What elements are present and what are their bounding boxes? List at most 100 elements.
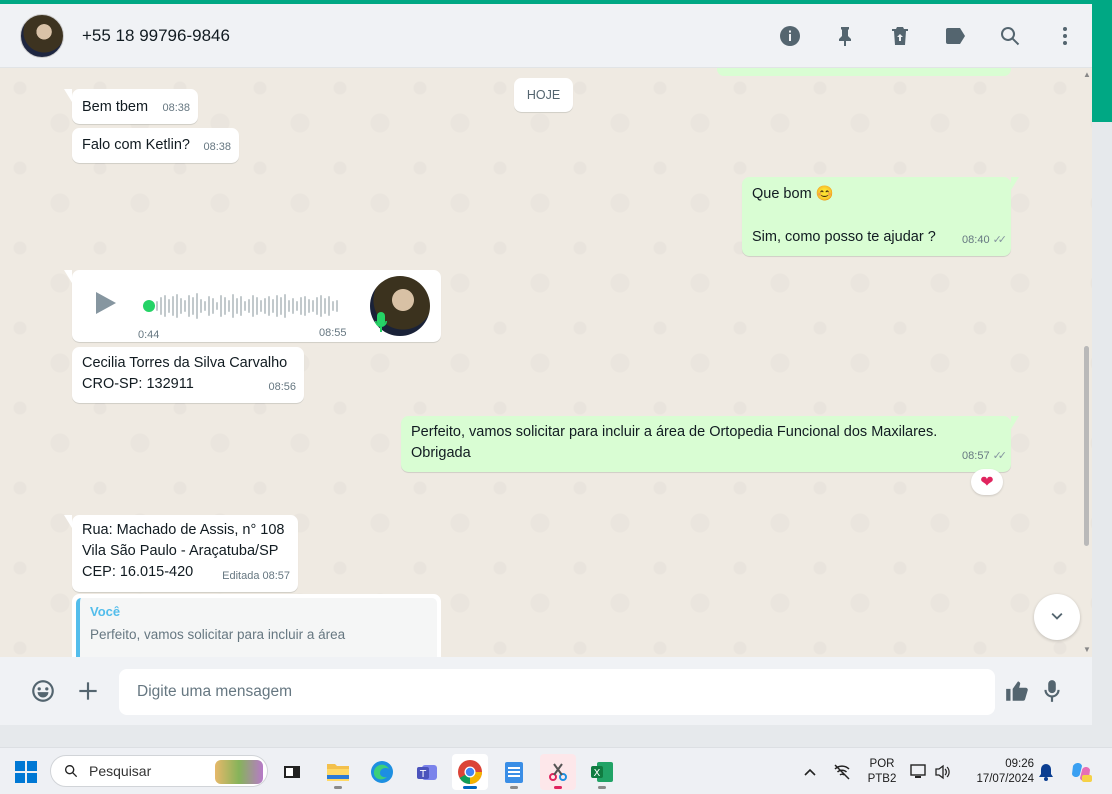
waveform-bar bbox=[300, 297, 302, 315]
message-text-line: Cecilia Torres da Silva Carvalho bbox=[82, 355, 288, 371]
scrollbar-thumb[interactable] bbox=[1084, 346, 1089, 546]
play-icon[interactable] bbox=[96, 292, 116, 314]
display-icon[interactable] bbox=[906, 754, 932, 790]
keyboard-language[interactable]: POR PTB2 bbox=[862, 757, 902, 787]
network-icon[interactable] bbox=[826, 754, 858, 790]
message-meta: 08:57 ✓✓ bbox=[962, 446, 1008, 467]
incoming-message[interactable]: Rua: Machado de Assis, n° 108 Vila São P… bbox=[64, 515, 298, 592]
waveform-bar bbox=[156, 301, 158, 311]
incoming-message[interactable]: Falo com Ketlin? 08:38 bbox=[72, 128, 239, 163]
contact-name[interactable]: +55 18 99796-9846 bbox=[82, 26, 230, 46]
waveform-bar bbox=[236, 298, 238, 314]
message-text-line: CRO-SP: 132911 bbox=[82, 376, 194, 392]
copilot-icon[interactable] bbox=[1064, 754, 1098, 790]
waveform-bar bbox=[188, 295, 190, 317]
notepad-icon[interactable] bbox=[496, 754, 532, 790]
waveform-bar bbox=[332, 301, 334, 311]
waveform-bar bbox=[312, 300, 314, 312]
info-icon[interactable] bbox=[762, 16, 817, 56]
message-time: 08:56 bbox=[268, 381, 296, 393]
voice-message[interactable]: 0:44 08:55 bbox=[64, 270, 441, 342]
windows-taskbar: Pesquisar T X POR PTB2 09:26 17/07/2024 bbox=[0, 747, 1112, 794]
teams-icon[interactable]: T bbox=[409, 754, 445, 790]
message-text-line: Perfeito, vamos solicitar para incluir a… bbox=[411, 424, 938, 440]
waveform-bar bbox=[252, 295, 254, 317]
menu-icon[interactable] bbox=[1037, 16, 1092, 56]
language-code: POR bbox=[869, 758, 895, 770]
chat-scrollbar[interactable]: ▲ ▼ bbox=[1080, 68, 1092, 657]
chrome-icon[interactable] bbox=[452, 754, 488, 790]
contact-avatar[interactable] bbox=[20, 13, 64, 58]
scroll-to-bottom-button[interactable] bbox=[1034, 594, 1080, 640]
app-running-indicator bbox=[554, 786, 562, 789]
date-chip: HOJE bbox=[514, 78, 573, 112]
task-view-icon[interactable] bbox=[274, 754, 310, 790]
emoji-icon[interactable] bbox=[21, 669, 65, 713]
windows-start-icon[interactable] bbox=[8, 754, 44, 790]
outgoing-message[interactable]: Que bom 😊 Sim, como posso te ajudar ? 08… bbox=[742, 177, 1019, 256]
waveform-bar bbox=[316, 297, 318, 315]
volume-icon[interactable] bbox=[930, 754, 956, 790]
tray-overflow-chevron-icon[interactable] bbox=[794, 754, 826, 790]
chat-messages[interactable]: HOJE Bem tbem 08:38 Falo com Ketlin? 08:… bbox=[0, 68, 1092, 657]
outgoing-message[interactable]: Perfeito, vamos solicitar para incluir a… bbox=[401, 416, 1019, 472]
snipping-tool-icon[interactable] bbox=[540, 754, 576, 790]
waveform-bar bbox=[280, 297, 282, 315]
incoming-message[interactable]: Bem tbem 08:38 bbox=[64, 89, 198, 124]
message-time: 08:40 bbox=[962, 234, 990, 246]
chevron-down-icon bbox=[1051, 612, 1063, 620]
waveform-bar bbox=[244, 301, 246, 311]
incoming-message[interactable]: Cecilia Torres da Silva Carvalho CRO-SP:… bbox=[72, 347, 304, 403]
taskbar-search[interactable]: Pesquisar bbox=[50, 755, 268, 787]
quote-author: Você bbox=[90, 604, 121, 619]
waveform-bar bbox=[220, 295, 222, 317]
search-label: Pesquisar bbox=[89, 763, 152, 779]
quoted-message[interactable]: Você Perfeito, vamos solicitar para incl… bbox=[76, 598, 437, 657]
heart-reaction-icon[interactable]: ❤ bbox=[971, 469, 1003, 495]
waveform-bar bbox=[296, 301, 298, 311]
waveform-bar bbox=[264, 298, 266, 314]
excel-icon[interactable]: X bbox=[584, 754, 620, 790]
app-running-indicator bbox=[334, 786, 342, 789]
delete-icon[interactable] bbox=[872, 16, 927, 56]
waveform-bar bbox=[304, 296, 306, 316]
microphone-icon[interactable] bbox=[1030, 669, 1074, 713]
system-clock[interactable]: 09:26 17/07/2024 bbox=[962, 757, 1034, 787]
read-ticks-icon: ✓✓ bbox=[992, 450, 1008, 462]
reply-message[interactable]: Você Perfeito, vamos solicitar para incl… bbox=[72, 594, 441, 657]
message-input[interactable] bbox=[119, 669, 995, 715]
waveform-bar bbox=[200, 299, 202, 313]
header-actions bbox=[762, 4, 1092, 68]
notification-bell-icon[interactable] bbox=[1034, 754, 1058, 790]
playback-position-dot[interactable] bbox=[143, 300, 155, 312]
message-text-line: Obrigada bbox=[411, 445, 471, 461]
file-explorer-icon[interactable] bbox=[320, 754, 356, 790]
scroll-up-arrow-icon[interactable]: ▲ bbox=[1083, 70, 1091, 79]
svg-text:T: T bbox=[419, 769, 427, 780]
waveform-bar bbox=[176, 294, 178, 318]
waveform-bar bbox=[184, 300, 186, 312]
waveform-bar bbox=[212, 298, 214, 314]
waveform-bar bbox=[168, 299, 170, 313]
waveform-bar bbox=[292, 298, 294, 314]
side-accent-strip bbox=[1092, 0, 1112, 122]
waveform-bar bbox=[196, 293, 198, 319]
edge-browser-icon[interactable] bbox=[364, 754, 400, 790]
audio-waveform[interactable] bbox=[156, 292, 341, 320]
waveform-bar bbox=[268, 296, 270, 316]
app-active-indicator bbox=[463, 786, 477, 789]
attach-plus-icon[interactable] bbox=[66, 669, 110, 713]
search-icon bbox=[65, 765, 78, 778]
message-text-line: Que bom 😊 bbox=[752, 186, 834, 202]
message-time: 08:55 bbox=[319, 327, 347, 339]
clock-time: 09:26 bbox=[1005, 758, 1034, 770]
message-time: 08:57 bbox=[962, 450, 990, 462]
scroll-down-arrow-icon[interactable]: ▼ bbox=[1083, 645, 1091, 654]
message-text: Falo com Ketlin? bbox=[82, 137, 190, 153]
read-ticks-icon: ✓✓ bbox=[992, 234, 1008, 246]
pin-icon[interactable] bbox=[817, 16, 872, 56]
waveform-bar bbox=[272, 299, 274, 313]
search-icon[interactable] bbox=[982, 16, 1037, 56]
label-icon[interactable] bbox=[927, 16, 982, 56]
waveform-bar bbox=[208, 296, 210, 316]
